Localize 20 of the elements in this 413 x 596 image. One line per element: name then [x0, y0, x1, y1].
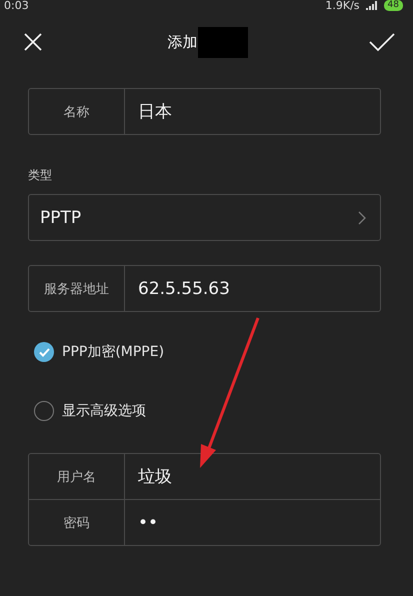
input-field[interactable]: ••	[125, 512, 158, 532]
option-checkbox[interactable]: 显示高级选项	[34, 399, 381, 423]
field-label: 名称	[62, 104, 90, 120]
text-field[interactable]: 名称 日本	[28, 88, 381, 135]
field-label: 服务器地址	[43, 280, 110, 298]
field-value: 日本	[137, 101, 172, 123]
status-time: 0:03	[4, 0, 29, 11]
field-value: 62.5.55.63	[137, 278, 230, 298]
field-label: 用户名	[56, 468, 97, 486]
text-field[interactable]: 服务器地址 62.5.55.63	[28, 265, 381, 312]
signal-icon	[366, 1, 378, 10]
network-speed: 1.9K/s	[325, 0, 360, 11]
option-checkbox[interactable]: PPP加密(MPPE)	[34, 340, 381, 364]
input-field[interactable]: 垃圾	[125, 465, 172, 488]
field-label: 密码	[62, 514, 90, 532]
section-label: 类型	[28, 167, 52, 184]
battery-level: 48	[384, 0, 403, 11]
chevron-icon	[358, 210, 366, 224]
window-title: 添加	[168, 32, 198, 52]
type-select[interactable]: PPTP	[28, 194, 381, 241]
